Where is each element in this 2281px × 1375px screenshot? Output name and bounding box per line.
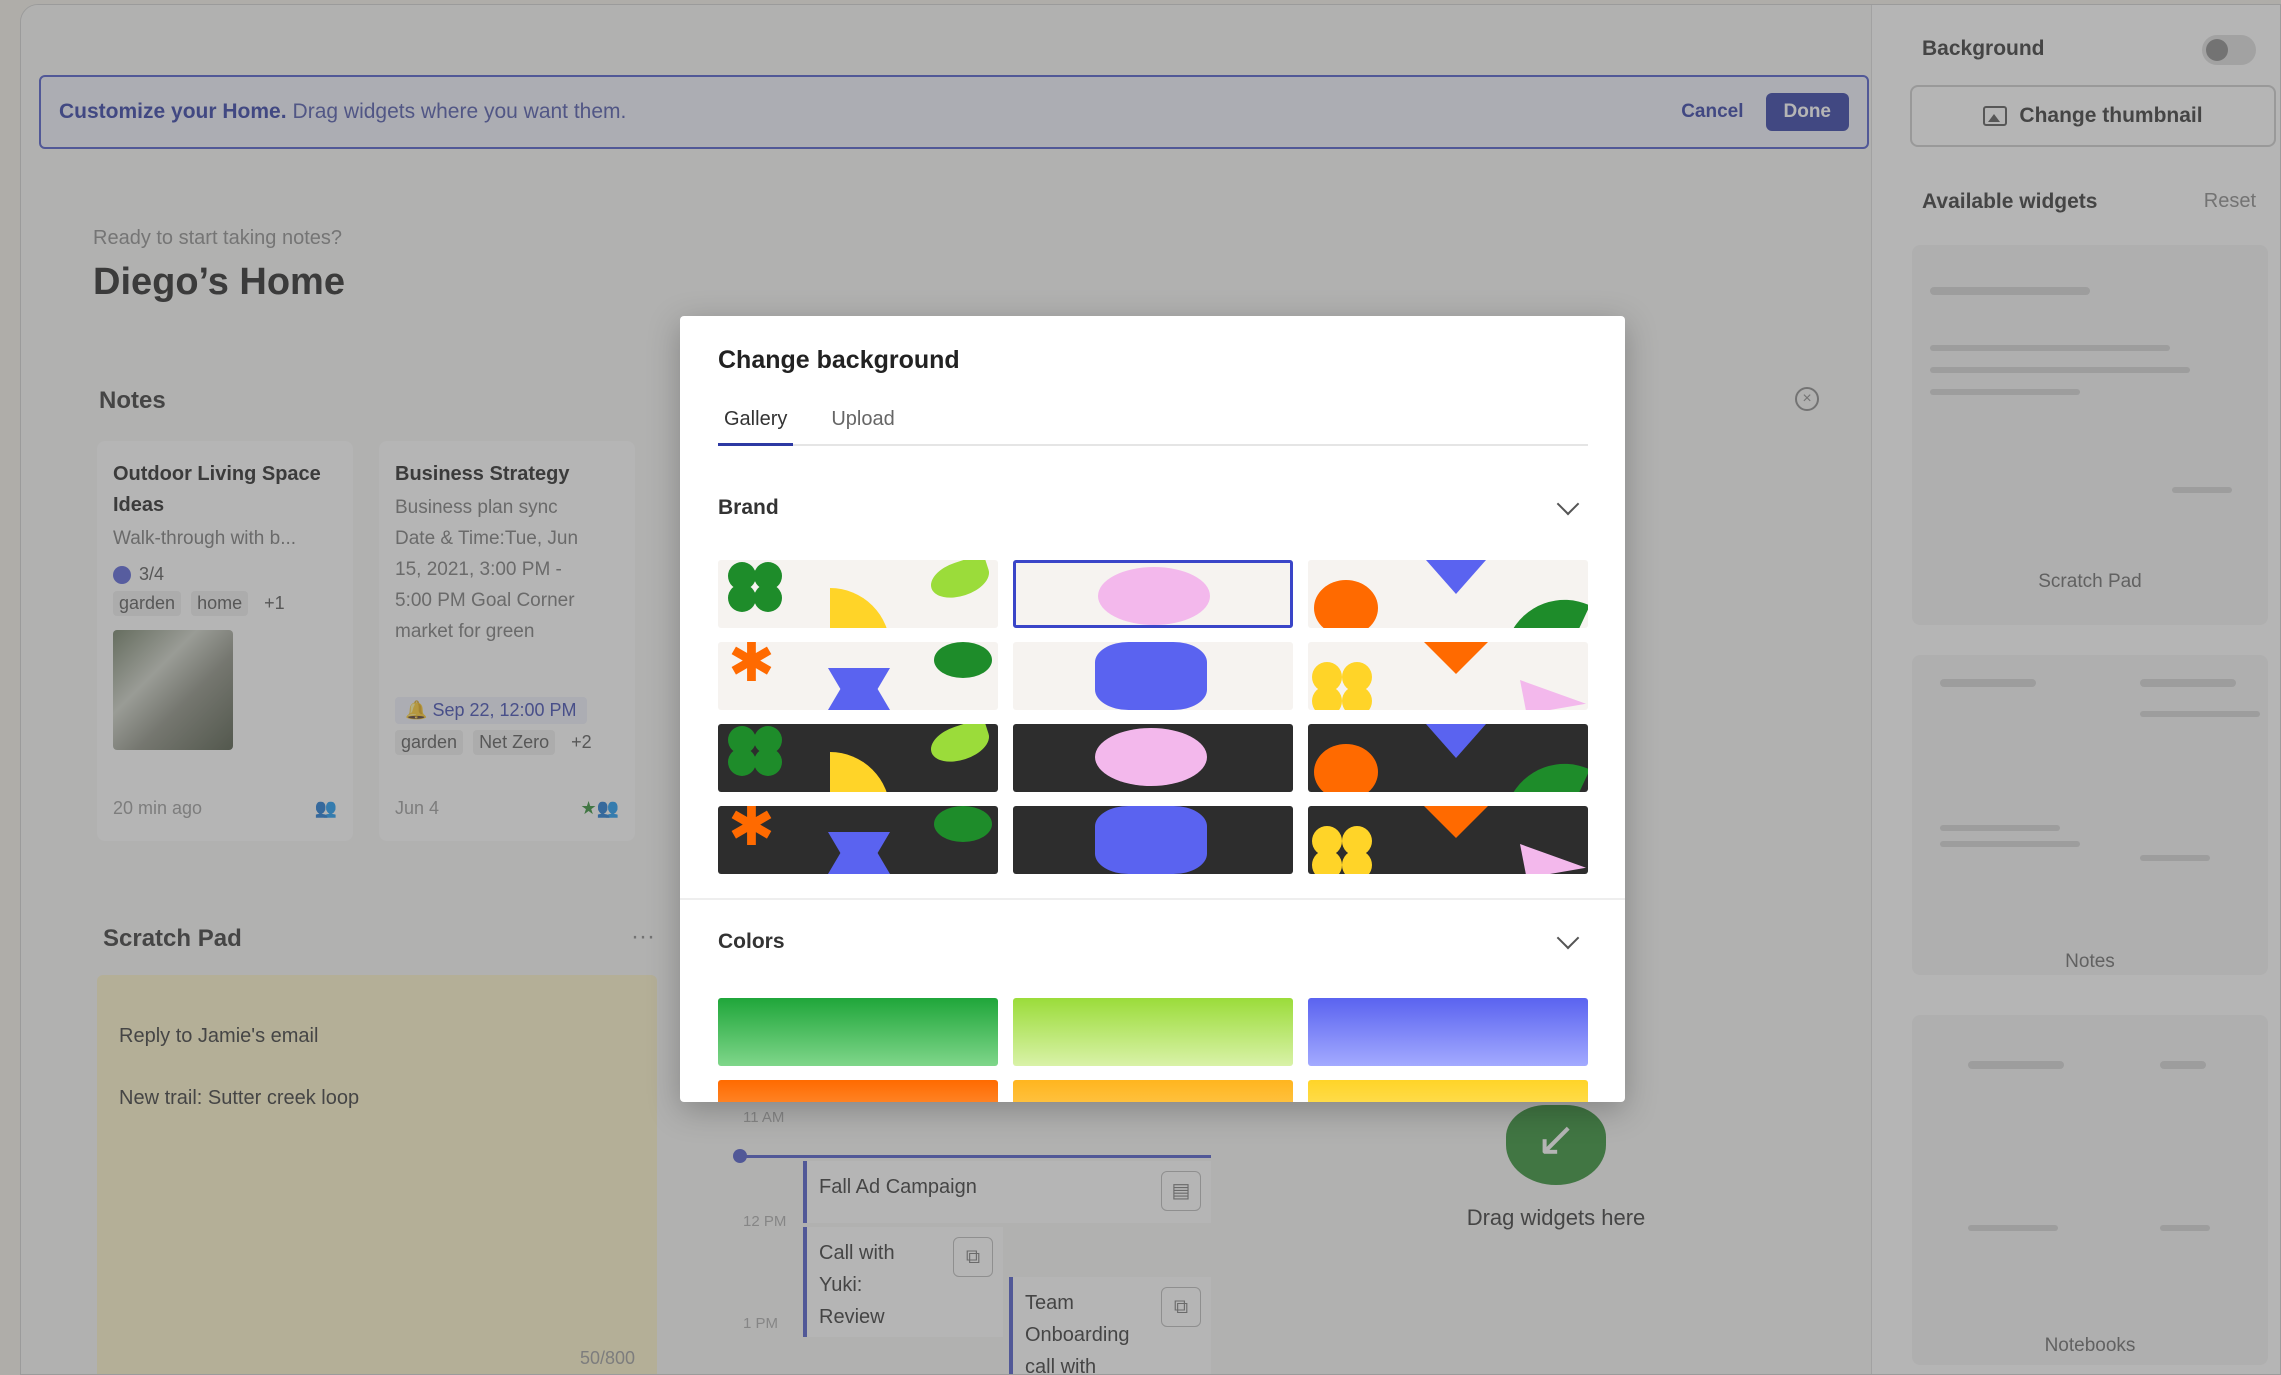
background-option[interactable]	[1308, 560, 1588, 628]
background-option[interactable]	[1013, 724, 1293, 792]
shape	[1426, 724, 1486, 758]
shape	[1342, 686, 1372, 710]
color-option[interactable]	[1013, 998, 1293, 1066]
shape	[1424, 806, 1488, 838]
background-option[interactable]	[718, 724, 998, 792]
background-option[interactable]	[1013, 806, 1293, 874]
chevron-down-icon[interactable]	[1556, 926, 1580, 950]
shape	[1095, 642, 1207, 710]
change-background-dialog: Change background Gallery Upload Brand ✱	[680, 316, 1625, 1102]
shape	[830, 588, 890, 628]
asterisk-shape: ✱	[728, 642, 775, 693]
shape	[1314, 580, 1378, 628]
shape	[934, 806, 992, 842]
shape	[728, 584, 756, 612]
shape	[754, 584, 782, 612]
section-colors-heading[interactable]: Colors	[718, 930, 785, 954]
shape	[1342, 850, 1372, 874]
shape	[728, 748, 756, 776]
shape	[1312, 850, 1342, 874]
dialog-tabs: Gallery Upload	[718, 396, 1588, 446]
shape	[828, 832, 890, 874]
shape	[926, 560, 994, 605]
shape	[1510, 744, 1588, 792]
section-divider	[680, 898, 1625, 900]
background-option[interactable]: ✱	[718, 642, 998, 710]
shape	[1095, 728, 1207, 786]
background-option[interactable]	[1013, 642, 1293, 710]
brand-gallery: ✱ ✱	[718, 560, 1588, 890]
tab-upload[interactable]: Upload	[825, 396, 900, 444]
background-option[interactable]	[1308, 642, 1588, 710]
shape	[1510, 580, 1588, 628]
shape	[830, 752, 890, 792]
color-option[interactable]	[1013, 1080, 1293, 1102]
background-option[interactable]	[1308, 806, 1588, 874]
color-option[interactable]	[718, 998, 998, 1066]
background-option[interactable]	[718, 560, 998, 628]
shape	[1426, 560, 1486, 594]
background-option-selected[interactable]	[1013, 560, 1293, 628]
shape	[1095, 806, 1207, 874]
asterisk-shape: ✱	[728, 806, 775, 857]
shape	[754, 748, 782, 776]
color-option[interactable]	[718, 1080, 998, 1102]
dialog-title: Change background	[718, 346, 960, 374]
color-option[interactable]	[1308, 1080, 1588, 1102]
shape	[1098, 567, 1210, 625]
chevron-down-icon[interactable]	[1556, 492, 1580, 516]
shape	[1312, 686, 1342, 710]
shape	[1520, 680, 1586, 710]
background-option[interactable]	[1308, 724, 1588, 792]
shape	[934, 642, 992, 678]
shape	[1520, 844, 1586, 874]
tab-gallery[interactable]: Gallery	[718, 396, 794, 446]
shape	[1424, 642, 1488, 674]
shape	[926, 724, 994, 769]
section-brand-heading[interactable]: Brand	[718, 496, 779, 520]
shape	[1314, 744, 1378, 792]
color-option[interactable]	[1308, 998, 1588, 1066]
shape	[828, 668, 890, 710]
background-option[interactable]: ✱	[718, 806, 998, 874]
